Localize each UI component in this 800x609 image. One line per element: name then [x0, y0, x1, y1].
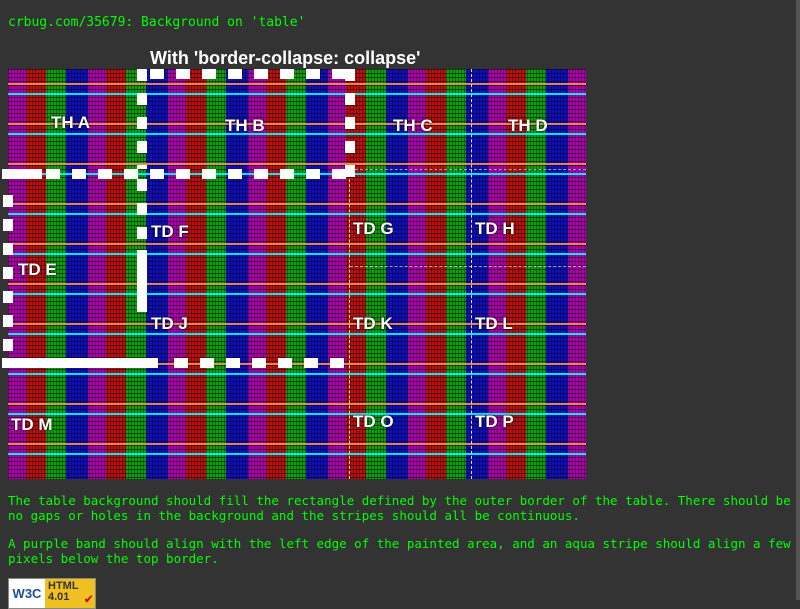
table-caption: With 'border-collapse: collapse' [150, 48, 421, 68]
striped-table-background: TH A TH B TH C TH D TD E TD F TD G TD H … [8, 69, 586, 479]
checkmark-icon: ✔ [84, 591, 93, 607]
cell-td-m: TD M [11, 415, 53, 434]
version-label: 4.01 [48, 591, 70, 603]
cell-b-right-border [345, 69, 355, 179]
bottom-divider-dashed [174, 358, 354, 368]
row-divider-dashed [46, 169, 356, 179]
cell-th-d: TH D [508, 116, 548, 135]
cell-th-c: TH C [393, 116, 433, 135]
cell-f-left-border-dashed [137, 179, 147, 249]
cell-e-left-border [3, 195, 13, 360]
cell-td-j: TD J [151, 314, 188, 333]
page-edge-scrollbar[interactable] [796, 0, 800, 600]
cell-td-g: TD G [353, 219, 394, 238]
w3c-logo: W3C [9, 579, 45, 608]
bottom-divider-solid [2, 358, 158, 368]
cell-td-k: TD K [353, 314, 393, 333]
align-note: A purple band should align with the left… [8, 536, 791, 566]
cell-border-thin [471, 69, 472, 479]
cell-b-top-border [150, 69, 358, 79]
cell-border-thin [350, 266, 586, 267]
cell-td-f: TD F [151, 222, 189, 241]
cell-td-o: TD O [353, 412, 394, 431]
fill-note: The table background should fill the rec… [8, 493, 791, 523]
cell-border-thin [350, 169, 586, 170]
cell-th-a: TH A [51, 113, 91, 132]
cell-td-h: TD H [475, 219, 515, 238]
page-heading: crbug.com/35679: Background on 'table' [8, 15, 306, 30]
cell-border-thin [349, 169, 350, 479]
row-divider-solid [2, 169, 42, 179]
cell-td-e: TD E [18, 260, 57, 279]
cell-f-left-border-solid [137, 250, 147, 312]
cell-b-left-border [137, 69, 147, 169]
w3c-html-valid-badge[interactable]: W3C HTML 4.01 ✔ [8, 578, 96, 609]
cell-td-p: TD P [475, 412, 514, 431]
cell-th-b: TH B [225, 116, 265, 135]
cell-td-l: TD L [475, 314, 513, 333]
